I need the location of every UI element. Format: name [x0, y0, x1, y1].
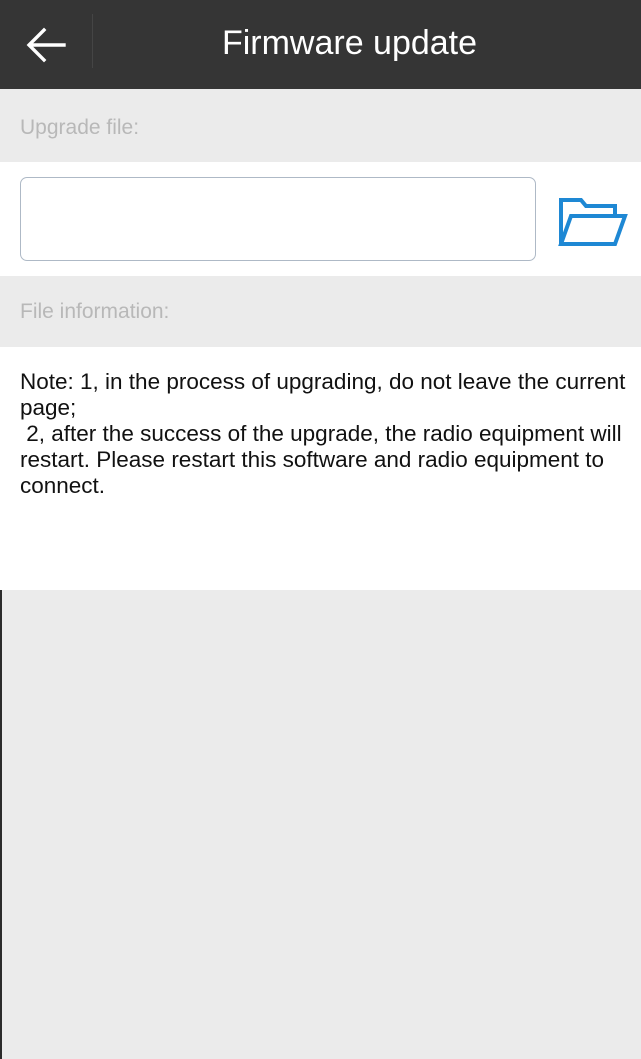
- file-information-label: File information:: [0, 276, 641, 347]
- folder-open-icon: [558, 198, 628, 246]
- browse-file-button[interactable]: [553, 190, 629, 252]
- arrow-left-icon: [26, 27, 66, 62]
- file-information-panel: Note: 1, in the process of upgrading, do…: [0, 347, 641, 590]
- upgrade-file-row: [0, 162, 641, 276]
- app-bar: Firmware update: [0, 0, 641, 89]
- back-button[interactable]: [0, 0, 92, 89]
- upgrade-note: Note: 1, in the process of upgrading, do…: [20, 369, 626, 498]
- page-title: Firmware update: [221, 24, 478, 62]
- upgrade-file-label: Upgrade file:: [0, 89, 641, 162]
- upgrade-file-input[interactable]: [20, 177, 536, 261]
